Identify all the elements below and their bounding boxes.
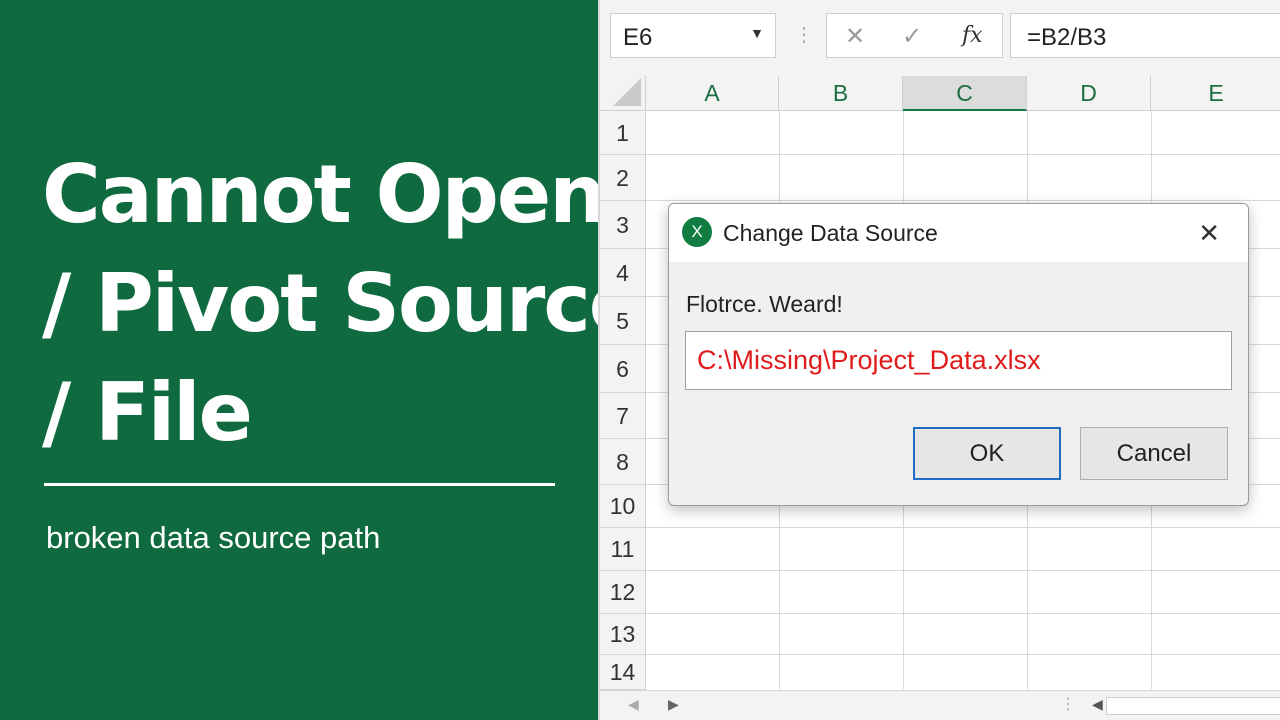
column-header-d[interactable]: D xyxy=(1027,76,1151,111)
source-path-value: C:\Missing\Project_Data.xlsx xyxy=(697,345,1041,375)
row-header-3[interactable]: 3 xyxy=(600,201,646,249)
cancel-button[interactable]: Cancel xyxy=(1080,427,1228,480)
dialog-titlebar: X Change Data Source ✕ xyxy=(669,204,1248,262)
cancel-entry-icon[interactable]: ✕ xyxy=(845,22,865,51)
horizontal-scrollbar[interactable]: ◀ ▶ ⋮ ◀ xyxy=(600,690,1280,720)
formula-input[interactable]: =B2/B3 xyxy=(1010,13,1280,58)
column-header-a[interactable]: A xyxy=(646,76,779,111)
scrollbar-thumb[interactable] xyxy=(1106,697,1280,715)
row-header-14[interactable]: 14 xyxy=(600,655,646,690)
scroll-right-icon[interactable]: ▶ xyxy=(668,696,679,713)
row-header-13[interactable]: 13 xyxy=(600,614,646,655)
formula-value: =B2/B3 xyxy=(1027,24,1107,51)
grid-line xyxy=(646,154,1280,155)
dialog-message: Flotrce. Weard! xyxy=(686,291,843,317)
row-header-11[interactable]: 11 xyxy=(600,528,646,571)
grid-line xyxy=(646,527,1280,528)
promo-title: Cannot Open / Pivot Source / File xyxy=(42,140,643,467)
row-header-4[interactable]: 4 xyxy=(600,249,646,297)
dialog-title: Change Data Source xyxy=(723,220,938,246)
promo-title-line-2: / Pivot Source xyxy=(42,257,643,350)
select-all-button[interactable] xyxy=(600,76,646,111)
drag-handle-icon[interactable]: ⋮ xyxy=(794,22,814,47)
promo-title-line-3: / File xyxy=(42,366,253,459)
name-box-value: E6 xyxy=(623,24,653,51)
column-header-c[interactable]: C xyxy=(903,76,1027,111)
row-header-2[interactable]: 2 xyxy=(600,155,646,201)
row-header-5[interactable]: 5 xyxy=(600,297,646,345)
scroll-left-icon[interactable]: ◀ xyxy=(628,696,639,713)
formula-bar: E6 ▼ ⋮ ✕ ✓ fx =B2/B3 xyxy=(600,0,1280,76)
close-icon[interactable]: ✕ xyxy=(1198,218,1220,249)
row-header-12[interactable]: 12 xyxy=(600,571,646,614)
row-header-10[interactable]: 10 xyxy=(600,485,646,528)
column-header-e[interactable]: E xyxy=(1151,76,1280,111)
ok-button[interactable]: OK xyxy=(913,427,1061,480)
drag-handle-icon[interactable]: ⋮ xyxy=(1060,694,1076,714)
scroll-left-icon[interactable]: ◀ xyxy=(1092,696,1103,713)
formula-buttons: ✕ ✓ fx xyxy=(826,13,1003,58)
row-header-8[interactable]: 8 xyxy=(600,439,646,485)
confirm-entry-icon[interactable]: ✓ xyxy=(902,22,922,51)
promo-panel: Cannot Open / Pivot Source / File broken… xyxy=(0,0,643,720)
row-header-6[interactable]: 6 xyxy=(600,345,646,393)
insert-function-icon[interactable]: fx xyxy=(962,23,983,48)
promo-title-line-1: Cannot Open xyxy=(42,148,606,241)
change-data-source-dialog: X Change Data Source ✕ Flotrce. Weard! C… xyxy=(668,203,1249,506)
column-header-b[interactable]: B xyxy=(779,76,903,111)
row-header-7[interactable]: 7 xyxy=(600,393,646,439)
row-header-1[interactable]: 1 xyxy=(600,111,646,155)
source-path-field[interactable]: C:\Missing\Project_Data.xlsx xyxy=(685,331,1232,390)
grid-line xyxy=(646,570,1280,571)
grid-line xyxy=(646,613,1280,614)
grid-line xyxy=(646,200,1280,201)
divider-rule xyxy=(44,483,555,486)
promo-subtitle: broken data source path xyxy=(46,520,381,555)
select-all-icon xyxy=(613,78,641,106)
chevron-down-icon[interactable]: ▼ xyxy=(750,25,764,41)
grid-line xyxy=(646,654,1280,655)
name-box[interactable]: E6 ▼ xyxy=(610,13,776,58)
excel-logo-icon: X xyxy=(682,217,712,247)
